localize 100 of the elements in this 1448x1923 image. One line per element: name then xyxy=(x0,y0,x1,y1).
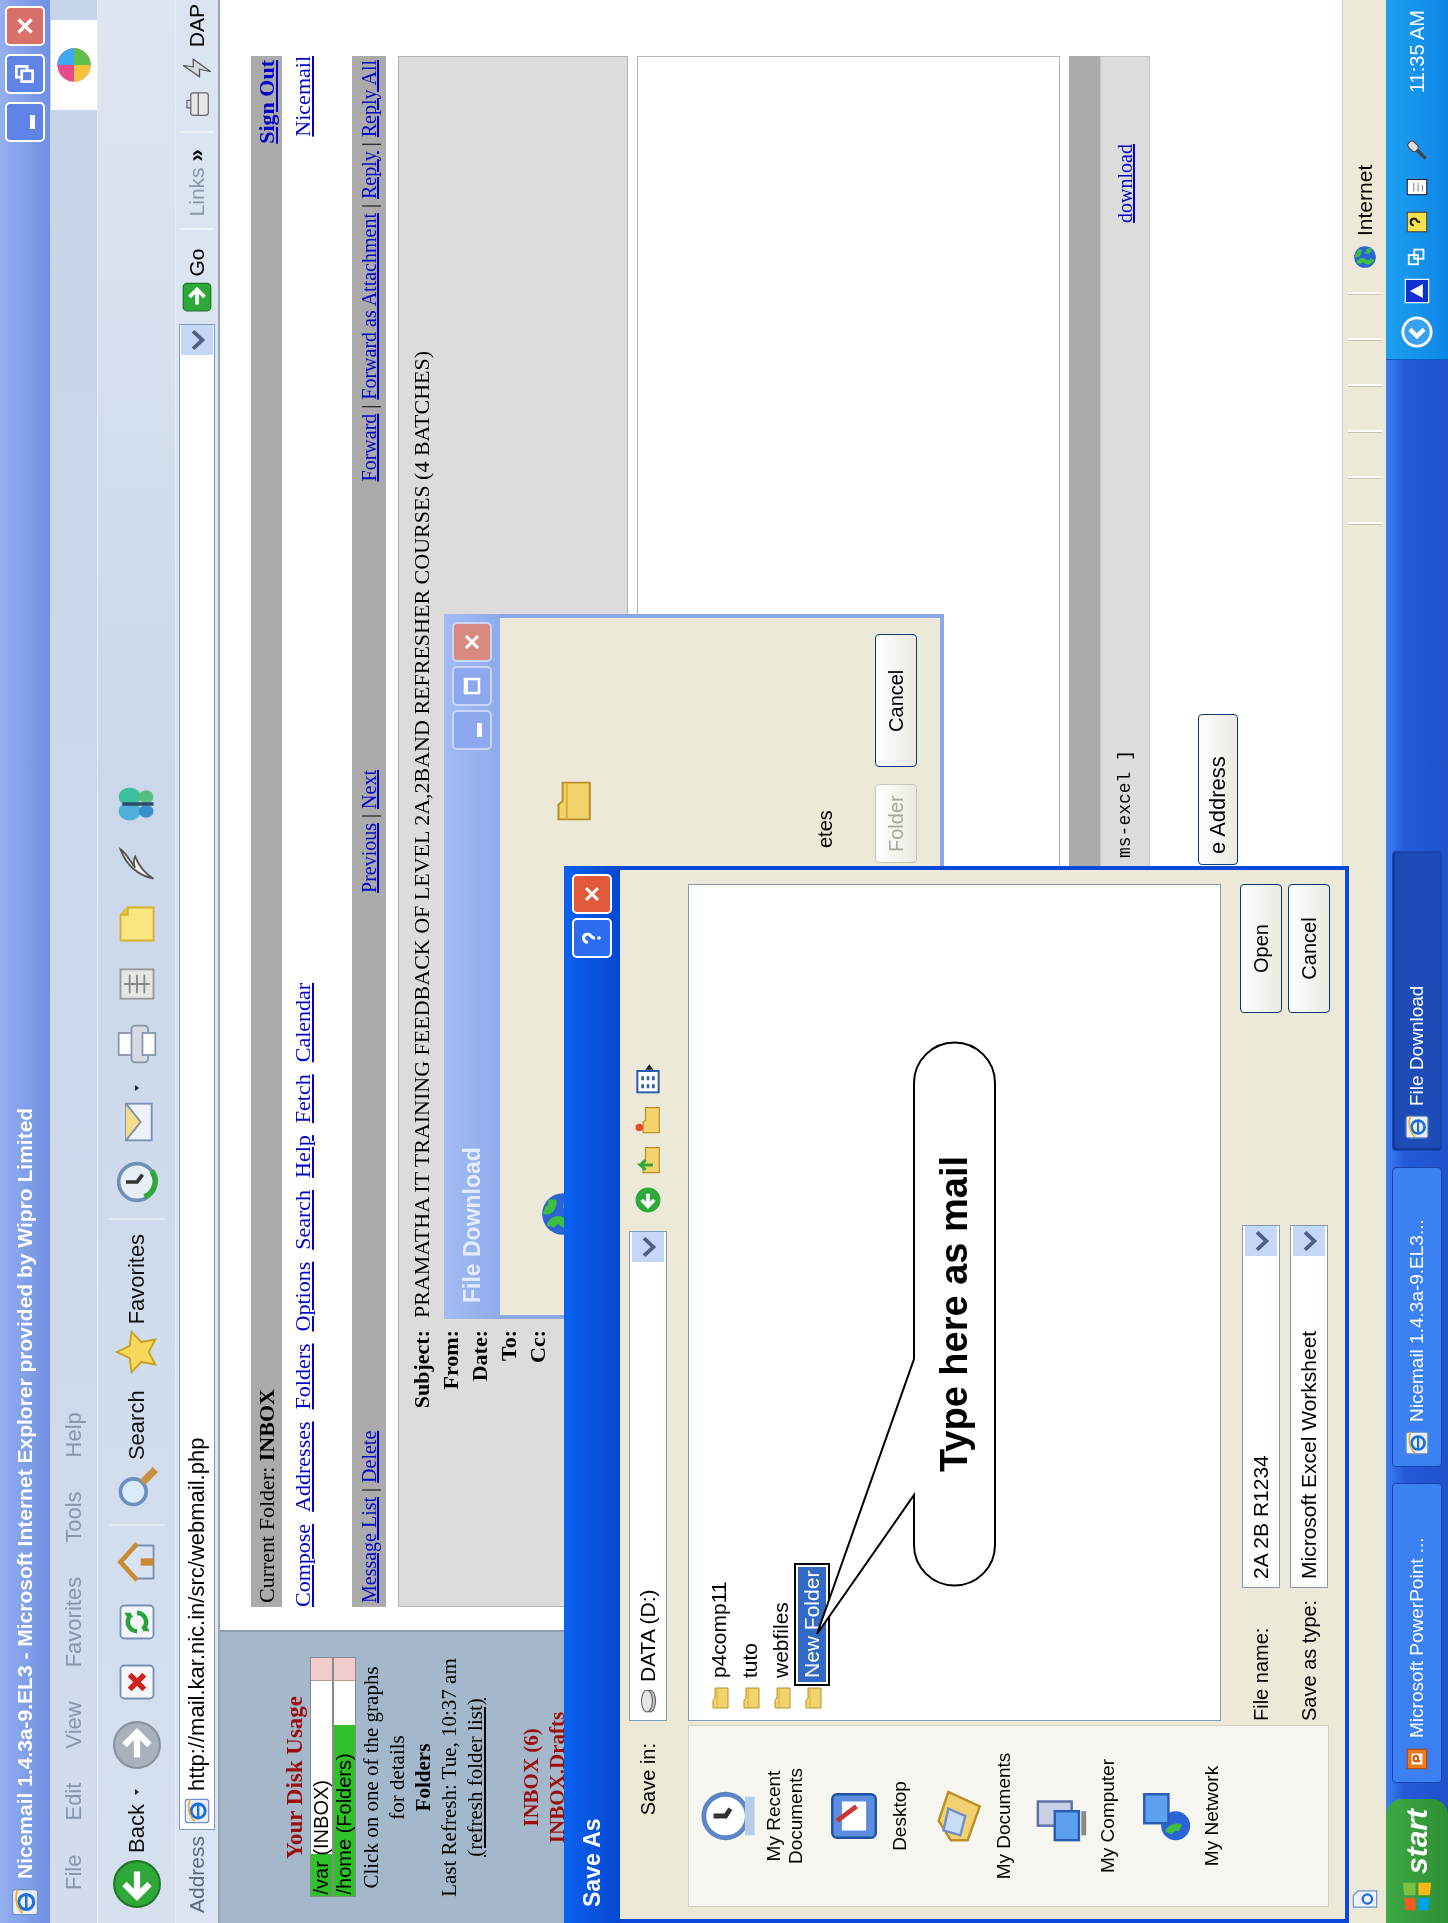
header-label: Subject: xyxy=(409,1330,435,1411)
nav-link[interactable]: Calendar xyxy=(290,982,316,1063)
page-icon xyxy=(1404,1114,1430,1140)
file-name-label: File name: xyxy=(1249,1626,1273,1721)
disk-usage-title: Your Disk Usage xyxy=(282,1695,308,1860)
dialog-button[interactable]: Cancel xyxy=(875,634,917,768)
header-label: Date: xyxy=(467,1330,493,1384)
file-name-field[interactable]: 2A 2B R1234 xyxy=(1242,1225,1280,1588)
quota-marker xyxy=(311,1658,332,1682)
folders-heading: Folders xyxy=(410,1743,436,1812)
clock: 11:35 AM xyxy=(1405,10,1429,94)
star-icon xyxy=(114,1330,159,1375)
zone-text: Internet xyxy=(1352,164,1377,236)
nav-link[interactable]: Fetch xyxy=(290,1074,316,1124)
page-icon xyxy=(1404,1430,1430,1456)
action-link[interactable]: Reply xyxy=(357,151,381,200)
nav-link[interactable]: Compose xyxy=(290,1523,316,1607)
separator: | xyxy=(357,204,381,209)
separator: | xyxy=(357,142,381,147)
refresh-folder-link[interactable]: (refresh folder list) xyxy=(462,1698,488,1857)
restore-button[interactable] xyxy=(5,54,45,94)
address-label: Address xyxy=(185,1835,209,1913)
sign-out-link[interactable]: Sign Out xyxy=(253,60,280,144)
action-link[interactable]: Previous xyxy=(357,822,381,893)
taskbar-button[interactable]: Microsoft PowerPoint ... xyxy=(1392,1483,1442,1783)
dialog-text: etes xyxy=(814,810,837,848)
address-field[interactable]: http://mail.kar.nic.in/src/webmail.php xyxy=(179,324,215,1830)
header-value: PRAMATHA IT TRAINING FEEDBACK OF LEVEL 2A,2BAND REFRESHER COURSES (4 BATCHES) xyxy=(409,349,435,1318)
usage-hint: Click on one of the graphs for details xyxy=(358,1665,410,1891)
action-link[interactable]: Message List xyxy=(357,1496,381,1603)
action-link[interactable]: Delete xyxy=(357,1430,381,1483)
save-in-value: DATA (D:) xyxy=(636,1588,660,1682)
page-icon xyxy=(183,1796,211,1825)
chevron-icon[interactable] xyxy=(1400,315,1434,349)
taskbar-button[interactable]: Nicemail 1.4.3a-9.EL3... xyxy=(1392,1167,1442,1467)
clock-icon xyxy=(114,1159,159,1204)
callout-text: Type here as mail xyxy=(932,1154,976,1475)
separator: | xyxy=(357,404,381,409)
dialog-title: Save As xyxy=(578,1817,606,1907)
links-chevron[interactable]: » xyxy=(184,149,210,162)
separator: | xyxy=(357,813,381,818)
place-label[interactable]: My Documents xyxy=(993,1741,1015,1891)
nav-link[interactable]: Help xyxy=(290,1135,316,1178)
go-button[interactable]: Go xyxy=(182,242,212,319)
start-button[interactable]: start xyxy=(1386,1799,1448,1923)
header-label: To: xyxy=(496,1330,522,1363)
usage-label: /var (INBOX) xyxy=(310,1780,333,1895)
quota-marker xyxy=(334,1658,355,1682)
windows-flag-icon xyxy=(1400,1880,1434,1913)
minimize-icon xyxy=(29,115,35,129)
new-folder-icon[interactable] xyxy=(633,1105,663,1135)
action-link[interactable]: Forward as Attachment xyxy=(357,213,381,400)
file-name[interactable]: webfiles xyxy=(766,1598,795,1682)
file-name-value: 2A 2B R1234 xyxy=(1249,1454,1273,1579)
usage-bar[interactable]: /home (Folders) xyxy=(333,1657,356,1898)
place-label[interactable]: My Computer xyxy=(1097,1741,1119,1891)
globe-icon xyxy=(1351,244,1378,270)
search-button[interactable]: Search xyxy=(114,1388,159,1513)
minimize-icon xyxy=(476,723,482,737)
nav-link[interactable]: Search xyxy=(290,1189,316,1250)
taskbar-button[interactable]: File Download xyxy=(1392,851,1442,1151)
separator: | xyxy=(357,1487,381,1492)
folder-link[interactable]: INBOX (6) xyxy=(518,1728,544,1827)
place-label[interactable]: My Recent Documents xyxy=(763,1741,807,1891)
last-refresh-text: Last Refresh: Tue, 10:37 am xyxy=(436,1657,462,1899)
nav-link[interactable]: Folders xyxy=(290,1343,316,1410)
current-folder-text: Current Folder: INBOX xyxy=(253,1389,280,1603)
add-address-button[interactable]: e Address xyxy=(1198,714,1238,865)
header-label: From: xyxy=(438,1330,464,1392)
question-note-icon[interactable] xyxy=(1404,209,1430,235)
dialog-button[interactable]: Open xyxy=(1240,884,1282,1013)
arrow-box-icon[interactable] xyxy=(1403,277,1431,305)
save-type-value: Microsoft Excel Worksheet xyxy=(1297,1329,1321,1579)
action-link[interactable]: Next xyxy=(357,770,381,809)
place-label[interactable]: My Network xyxy=(1201,1741,1223,1891)
app-icon xyxy=(10,1887,40,1917)
save-type-label: Save as type: xyxy=(1297,1598,1321,1721)
nav-link[interactable]: Addresses xyxy=(290,1421,316,1512)
url-text: http://mail.kar.nic.in/src/webmail.php xyxy=(184,1436,210,1791)
nicemail-link[interactable]: Nicemail xyxy=(290,56,316,137)
download-link[interactable]: download xyxy=(1113,144,1137,223)
usage-bar[interactable]: /var (INBOX) xyxy=(310,1657,333,1898)
header-label: Cc: xyxy=(525,1330,551,1365)
file-name[interactable]: tuto xyxy=(735,1638,764,1682)
nav-link[interactable]: Options xyxy=(290,1261,316,1332)
file-name[interactable]: p4comp11 xyxy=(704,1577,733,1682)
action-link[interactable]: Forward xyxy=(357,413,381,482)
window-title: Nicemail 1.4.3a-9.EL3 - Microsoft Internet Explorer provided by Wipro Limited xyxy=(13,1106,37,1879)
help-button[interactable] xyxy=(572,918,612,958)
dialog-title: File Download xyxy=(458,1146,486,1303)
place-label[interactable]: Desktop xyxy=(889,1741,911,1891)
action-link[interactable]: Reply All xyxy=(357,60,381,138)
attachment-type-text: ms-excel ] xyxy=(1115,749,1135,858)
save-in-dropdown[interactable]: DATA (D:) xyxy=(629,1231,667,1721)
save-in-label: Save in: xyxy=(636,1743,660,1816)
back-button[interactable]: Back xyxy=(111,1784,162,1911)
save-type-field[interactable]: Microsoft Excel Worksheet xyxy=(1290,1225,1328,1588)
dap-link[interactable]: DAP xyxy=(185,4,209,48)
favorites-button[interactable]: Favorites xyxy=(114,1231,159,1377)
dialog-button[interactable]: Cancel xyxy=(1288,884,1330,1013)
